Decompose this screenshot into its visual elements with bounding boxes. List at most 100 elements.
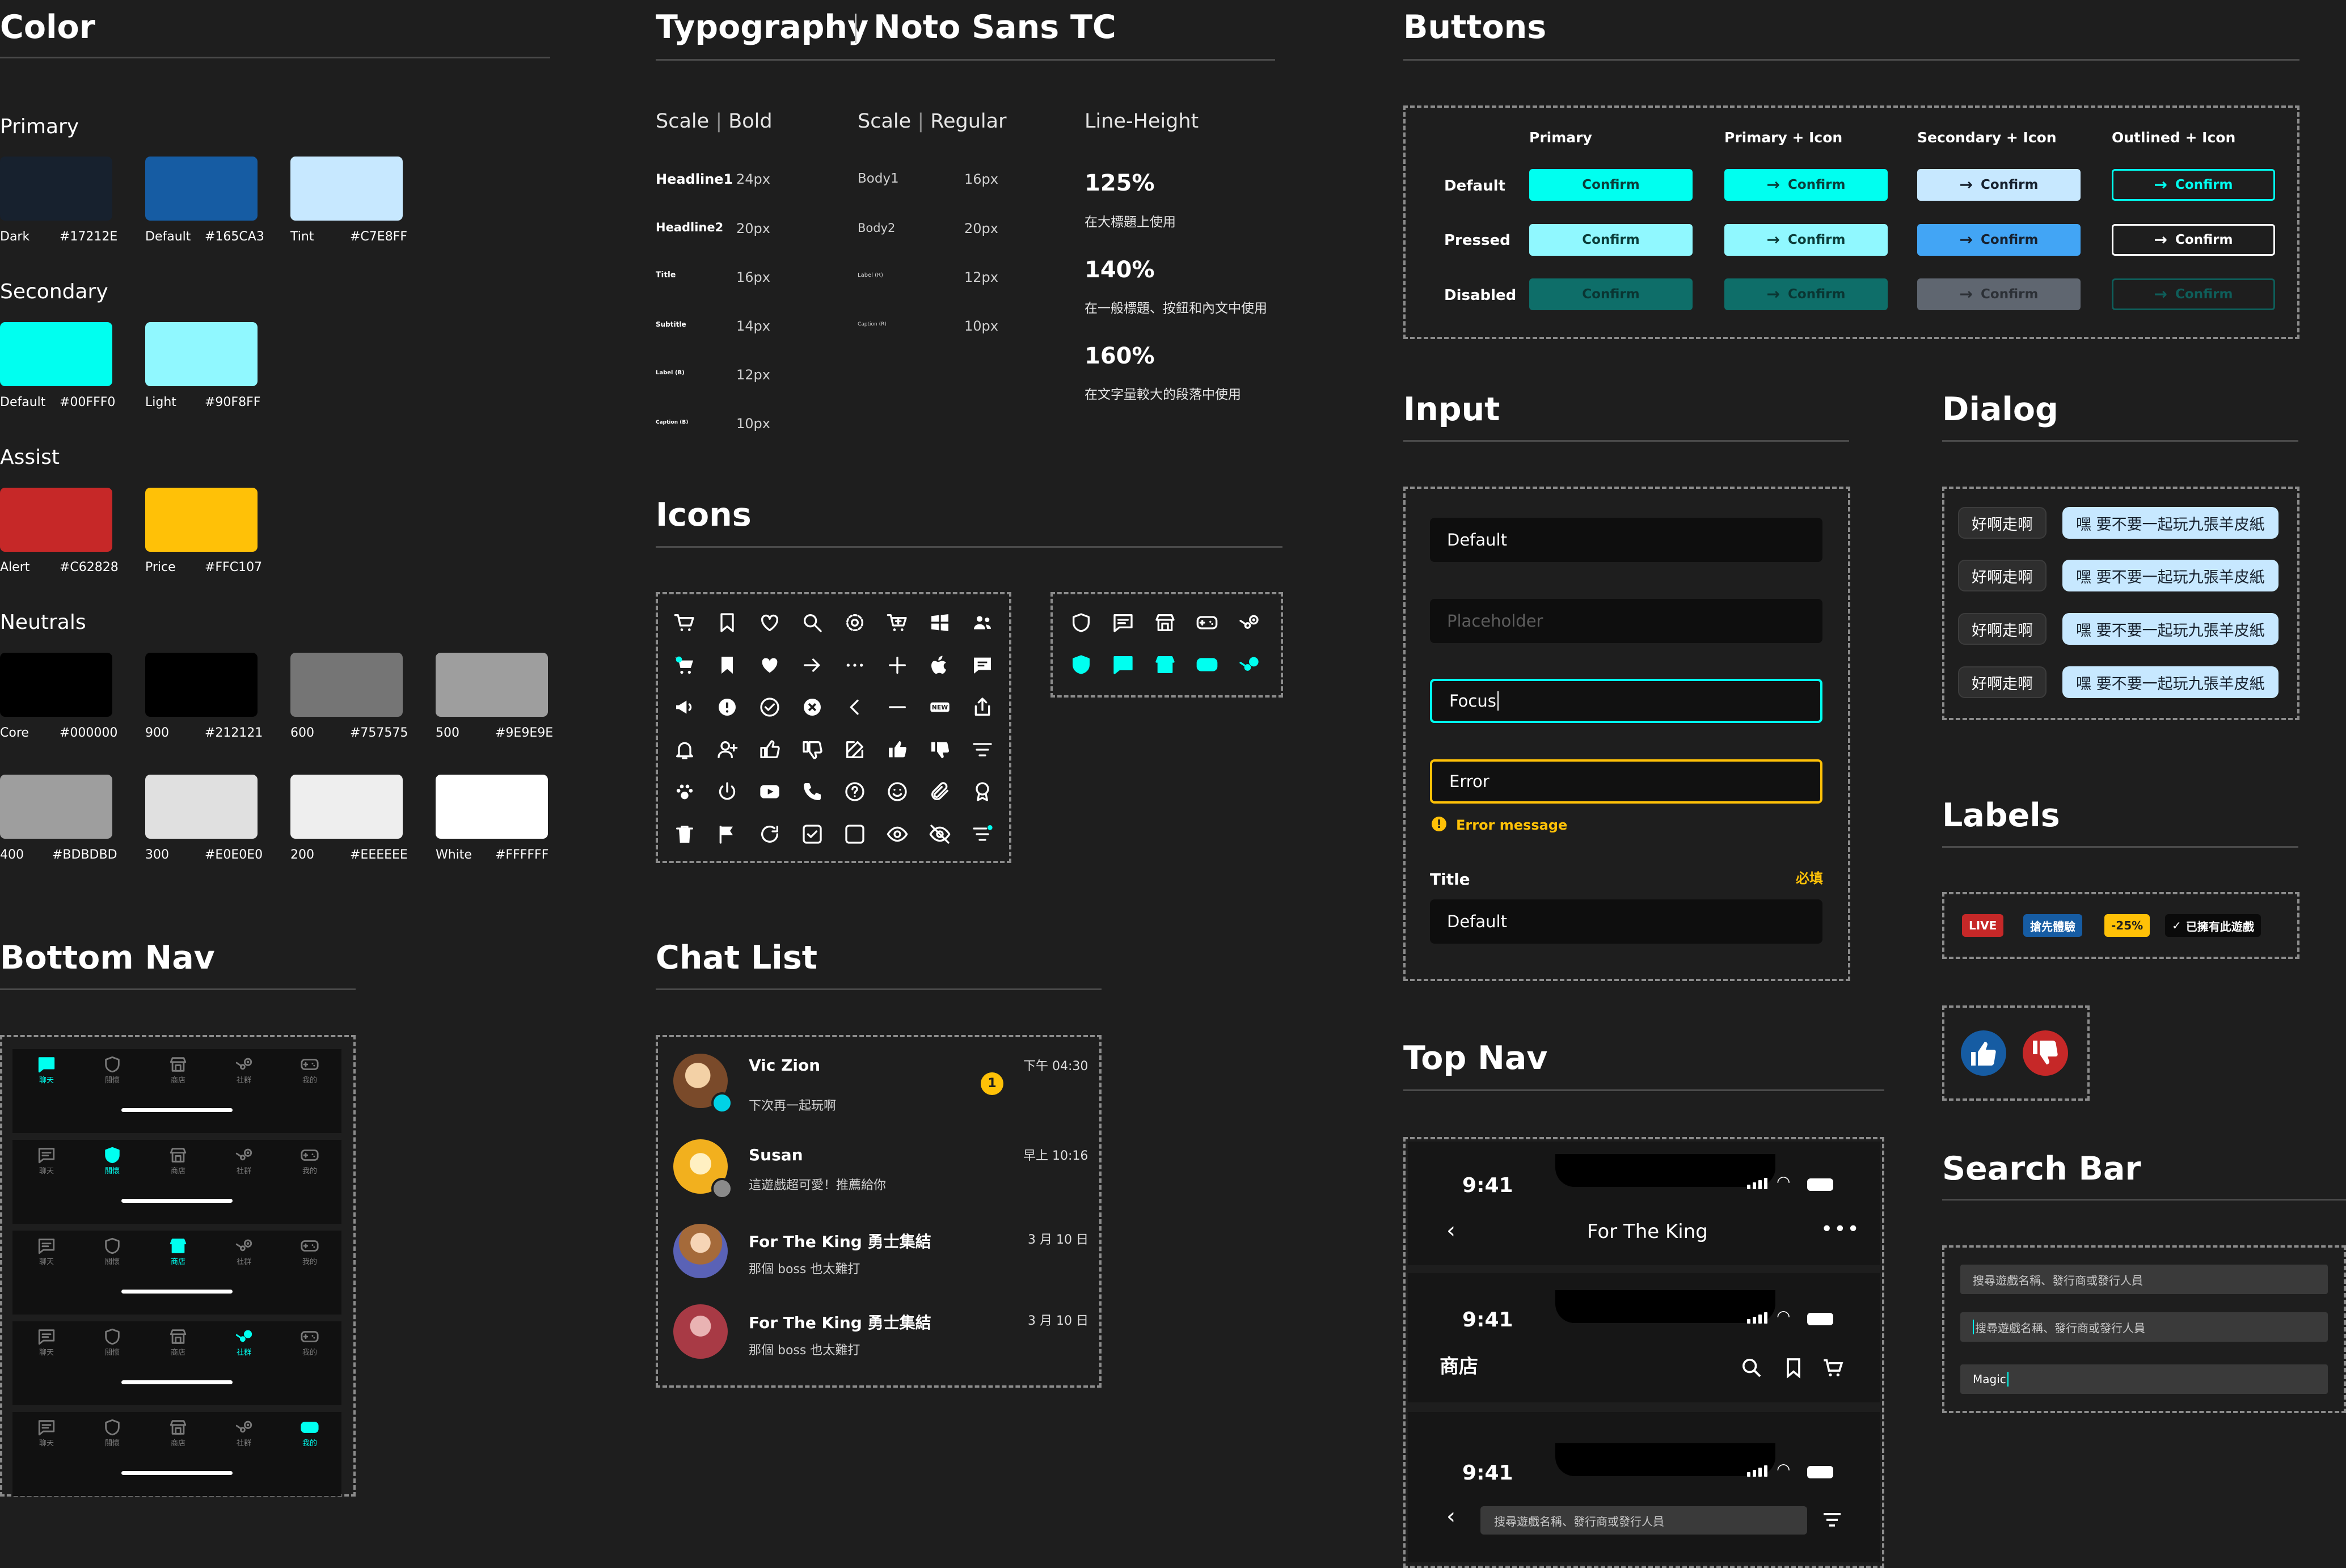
bottom-nav-tab[interactable]: 社群: [227, 1327, 261, 1357]
confirm-button-pressed[interactable]: Confirm: [1529, 224, 1693, 256]
paperclip-icon[interactable]: [927, 779, 952, 804]
confirm-button[interactable]: Confirm: [1529, 169, 1693, 201]
share-icon[interactable]: [970, 695, 995, 720]
gear-icon[interactable]: [842, 610, 867, 635]
thumbs-up-icon[interactable]: [757, 737, 782, 762]
smile-icon[interactable]: [885, 779, 910, 804]
eye-icon[interactable]: [885, 822, 910, 847]
bottom-nav-tab[interactable]: 我的: [293, 1055, 327, 1085]
shield-icon[interactable]: [1069, 610, 1094, 635]
secondary-confirm-button-pressed[interactable]: → Confirm: [1917, 224, 2081, 256]
more-icon[interactable]: [842, 653, 867, 678]
minus-icon[interactable]: [885, 695, 910, 720]
bookmark-icon[interactable]: [1782, 1356, 1805, 1379]
users-icon[interactable]: [970, 610, 995, 635]
bottom-nav-tab[interactable]: 關懷: [95, 1236, 129, 1266]
thumbs-down-icon[interactable]: [800, 737, 825, 762]
store-icon[interactable]: [1153, 652, 1178, 677]
filter-active-icon[interactable]: [970, 822, 995, 847]
bottom-nav-tab[interactable]: 社群: [227, 1236, 261, 1266]
bottom-nav-tab[interactable]: 聊天: [29, 1418, 64, 1448]
thumbs-down-icon[interactable]: [2023, 1030, 2068, 1076]
search-icon[interactable]: [800, 610, 825, 635]
bookmark-filled-icon[interactable]: [715, 653, 740, 678]
cart-icon[interactable]: [672, 610, 697, 635]
shield-icon[interactable]: [1069, 652, 1094, 677]
cart-icon[interactable]: [1822, 1356, 1845, 1379]
heart-icon[interactable]: [757, 610, 782, 635]
edit-icon[interactable]: [842, 737, 867, 762]
dialog-reply[interactable]: 好啊走啊: [1958, 560, 2047, 591]
phone-icon[interactable]: [800, 779, 825, 804]
bottom-nav-tab[interactable]: 聊天: [29, 1055, 64, 1085]
text-field-error[interactable]: Error: [1430, 759, 1822, 804]
windows-icon[interactable]: [927, 610, 952, 635]
more-icon[interactable]: •••: [1821, 1219, 1860, 1240]
bottom-nav-tab[interactable]: 聊天: [29, 1327, 64, 1357]
filter-icon[interactable]: [1821, 1508, 1843, 1531]
dialog-reply[interactable]: 好啊走啊: [1958, 666, 2047, 698]
bottom-nav-tab[interactable]: 我的: [293, 1327, 327, 1357]
top-nav-search-input[interactable]: 搜尋遊戲名稱、發行商或發行人員: [1480, 1506, 1807, 1535]
eye-off-icon[interactable]: [927, 822, 952, 847]
steam-icon[interactable]: [1237, 610, 1261, 635]
check-circle-icon[interactable]: [757, 695, 782, 720]
confirm-icon-button[interactable]: → Confirm: [1724, 169, 1888, 201]
back-chevron-icon[interactable]: ‹: [1446, 1505, 1455, 1528]
refresh-icon[interactable]: [757, 822, 782, 847]
close-circle-icon[interactable]: [800, 695, 825, 720]
back-chevron-icon[interactable]: ‹: [1446, 1219, 1455, 1242]
gamepad-icon[interactable]: [1195, 610, 1220, 635]
bottom-nav-tab[interactable]: 我的: [293, 1418, 327, 1448]
search-input-default[interactable]: 搜尋遊戲名稱、發行商或發行人員: [1960, 1265, 2328, 1294]
dialog-message[interactable]: 嘿 要不要一起玩九張羊皮紙: [2062, 560, 2279, 591]
bottom-nav-tab[interactable]: 我的: [293, 1236, 327, 1266]
help-circle-icon[interactable]: [842, 779, 867, 804]
search-icon[interactable]: [1740, 1356, 1763, 1379]
cart-add-icon[interactable]: [885, 610, 910, 635]
checkbox-icon[interactable]: [800, 822, 825, 847]
bottom-nav-tab[interactable]: 關懷: [95, 1146, 129, 1176]
bottom-nav-tab[interactable]: 商店: [161, 1146, 195, 1176]
text-field-default[interactable]: Default: [1430, 518, 1822, 562]
new-badge-icon[interactable]: NEW: [927, 695, 952, 720]
heart-filled-icon[interactable]: [757, 653, 782, 678]
bell-icon[interactable]: [672, 737, 697, 762]
square-icon[interactable]: [842, 822, 867, 847]
dialog-reply[interactable]: 好啊走啊: [1958, 613, 2047, 645]
steam-icon[interactable]: [1237, 652, 1261, 677]
trash-icon[interactable]: [672, 822, 697, 847]
add-user-icon[interactable]: [715, 737, 740, 762]
power-icon[interactable]: [715, 779, 740, 804]
award-icon[interactable]: [970, 779, 995, 804]
bottom-nav-tab[interactable]: 我的: [293, 1146, 327, 1176]
cart-filled-icon[interactable]: [672, 653, 697, 678]
paw-icon[interactable]: [672, 779, 697, 804]
bookmark-icon[interactable]: [715, 610, 740, 635]
arrow-right-icon[interactable]: [800, 653, 825, 678]
confirm-icon-button-pressed[interactable]: → Confirm: [1724, 224, 1888, 256]
plus-icon[interactable]: [885, 653, 910, 678]
dialog-message[interactable]: 嘿 要不要一起玩九張羊皮紙: [2062, 666, 2279, 698]
youtube-icon[interactable]: [757, 779, 782, 804]
megaphone-icon[interactable]: [672, 695, 697, 720]
bottom-nav-tab[interactable]: 商店: [161, 1236, 195, 1266]
dialog-reply[interactable]: 好啊走啊: [1958, 507, 2047, 539]
bottom-nav-tab[interactable]: 商店: [161, 1418, 195, 1448]
filter-icon[interactable]: [970, 737, 995, 762]
chat-icon[interactable]: [1111, 652, 1136, 677]
titled-text-field[interactable]: Default: [1430, 899, 1822, 944]
flag-icon[interactable]: [715, 822, 740, 847]
thumbs-up-filled-icon[interactable]: [885, 737, 910, 762]
outlined-confirm-button[interactable]: → Confirm: [2112, 169, 2275, 201]
chat-icon[interactable]: [1111, 610, 1136, 635]
bottom-nav-tab[interactable]: 聊天: [29, 1146, 64, 1176]
bottom-nav-tab[interactable]: 社群: [227, 1146, 261, 1176]
bottom-nav-tab[interactable]: 社群: [227, 1418, 261, 1448]
dialog-message[interactable]: 嘿 要不要一起玩九張羊皮紙: [2062, 507, 2279, 539]
chevron-left-icon[interactable]: [842, 695, 867, 720]
bottom-nav-tab[interactable]: 關懷: [95, 1055, 129, 1085]
gamepad-icon[interactable]: [1195, 652, 1220, 677]
dialog-message[interactable]: 嘿 要不要一起玩九張羊皮紙: [2062, 613, 2279, 645]
secondary-confirm-button[interactable]: → Confirm: [1917, 169, 2081, 201]
